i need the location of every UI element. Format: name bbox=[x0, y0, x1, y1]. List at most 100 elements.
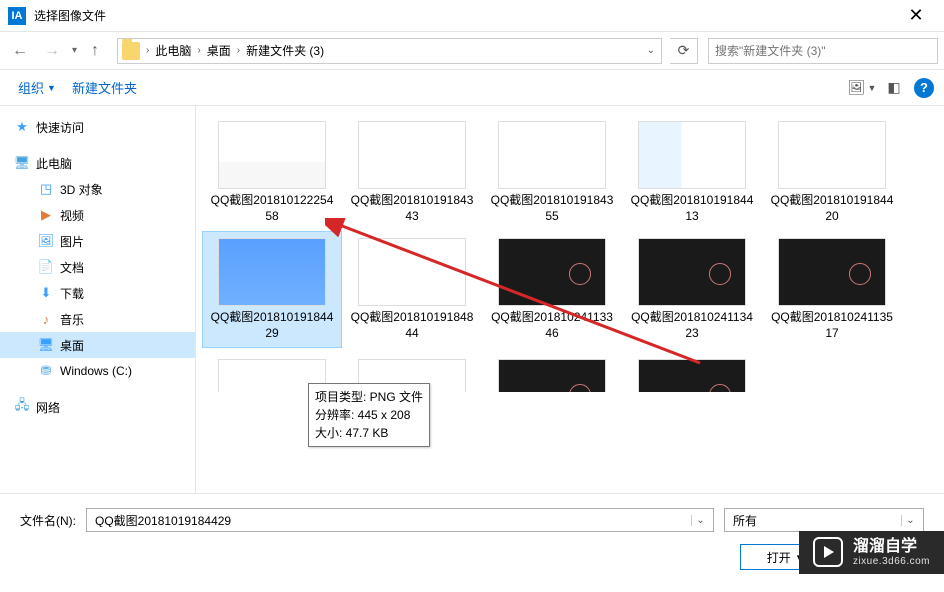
file-name: QQ截图20181019184420 bbox=[769, 193, 895, 224]
sidebar-item-label: Windows (C:) bbox=[60, 364, 132, 378]
thumbnail-icon bbox=[778, 238, 886, 306]
objects-icon: ◳ bbox=[38, 181, 54, 197]
refresh-button[interactable]: ⟳ bbox=[670, 38, 698, 64]
filename-input[interactable] bbox=[91, 513, 691, 527]
sidebar: ★ 快速访问 🖥 此电脑 ◳3D 对象 ▶视频 🖼图片 📄文档 ⬇下载 ♪音乐 … bbox=[0, 106, 196, 493]
file-item[interactable]: QQ截图20181019184844 bbox=[342, 231, 482, 348]
file-item[interactable]: QQ截图20181024113517 bbox=[762, 231, 902, 348]
sidebar-item-network[interactable]: 🖧 网络 bbox=[0, 394, 195, 420]
network-icon: 🖧 bbox=[14, 399, 30, 415]
file-name: QQ截图20181012225458 bbox=[209, 193, 335, 224]
desktop-icon: 🖥 bbox=[38, 337, 54, 353]
file-item[interactable]: QQ截图20181019184429 bbox=[202, 231, 342, 348]
search-input[interactable] bbox=[715, 44, 931, 58]
document-icon: 📄 bbox=[38, 259, 54, 275]
sidebar-item-downloads[interactable]: ⬇ 下载 bbox=[0, 280, 195, 306]
filename-combobox[interactable]: ⌄ bbox=[86, 508, 714, 532]
sidebar-item-quick-access[interactable]: ★ 快速访问 bbox=[0, 114, 195, 140]
music-icon: ♪ bbox=[38, 311, 54, 327]
file-item[interactable] bbox=[482, 352, 622, 392]
breadcrumb[interactable]: 新建文件夹 (3) bbox=[242, 42, 328, 59]
up-button[interactable]: ↑ bbox=[81, 37, 109, 65]
sidebar-item-this-pc[interactable]: 🖥 此电脑 bbox=[0, 150, 195, 176]
pc-icon: 🖥 bbox=[14, 155, 30, 171]
titlebar: IA 选择图像文件 ✕ bbox=[0, 0, 944, 32]
navbar: ← → ▾ ↑ › 此电脑 › 桌面 › 新建文件夹 (3) ⌄ ⟳ bbox=[0, 32, 944, 70]
preview-pane-icon[interactable]: ◧ bbox=[882, 76, 906, 100]
address-bar[interactable]: › 此电脑 › 桌面 › 新建文件夹 (3) ⌄ bbox=[117, 38, 662, 64]
file-grid: QQ截图20181012225458 QQ截图20181019184343 QQ截图… bbox=[202, 114, 938, 348]
sidebar-item-label: 3D 对象 bbox=[60, 181, 103, 198]
file-name: QQ截图20181019184355 bbox=[489, 193, 615, 224]
download-icon: ⬇ bbox=[38, 285, 54, 301]
address-dropdown-icon[interactable]: ⌄ bbox=[645, 45, 657, 56]
folder-icon bbox=[122, 42, 140, 60]
file-item[interactable]: QQ截图20181019184343 bbox=[342, 114, 482, 231]
sidebar-item-desktop[interactable]: 🖥 桌面 bbox=[0, 332, 195, 358]
tooltip-line: 分辨率: 445 x 208 bbox=[315, 406, 423, 424]
help-icon[interactable]: ? bbox=[914, 78, 934, 98]
tooltip: 项目类型: PNG 文件 分辨率: 445 x 208 大小: 47.7 KB bbox=[308, 383, 430, 447]
picture-icon: 🖼 bbox=[38, 233, 54, 249]
crumb-sep-icon: › bbox=[144, 45, 151, 56]
app-icon: IA bbox=[8, 7, 26, 25]
sidebar-item-3d-objects[interactable]: ◳ 3D 对象 bbox=[0, 176, 195, 202]
file-item[interactable]: QQ截图20181012225458 bbox=[202, 114, 342, 231]
sidebar-item-drive-c[interactable]: ⛃Windows (C:) bbox=[0, 358, 195, 384]
tooltip-line: 大小: 47.7 KB bbox=[315, 424, 423, 442]
sidebar-item-videos[interactable]: ▶视频 bbox=[0, 202, 195, 228]
file-name: QQ截图20181024113346 bbox=[489, 310, 615, 341]
breadcrumb[interactable]: 桌面 bbox=[203, 42, 235, 59]
thumbnail-icon bbox=[638, 121, 746, 189]
forward-button[interactable]: → bbox=[38, 37, 66, 65]
watermark: 溜溜自学 zixue.3d66.com bbox=[799, 531, 944, 574]
breadcrumb[interactable]: 此电脑 bbox=[151, 42, 195, 59]
back-button[interactable]: ← bbox=[6, 37, 34, 65]
filetype-combobox[interactable]: 所有 ⌄ bbox=[724, 508, 924, 532]
file-item[interactable]: QQ截图20181019184420 bbox=[762, 114, 902, 231]
file-name: QQ截图20181019184343 bbox=[349, 193, 475, 224]
toolbar: 组织▼ 新建文件夹 🖼▼ ◧ ? bbox=[0, 70, 944, 106]
file-item[interactable]: QQ截图20181019184355 bbox=[482, 114, 622, 231]
sidebar-item-label: 下载 bbox=[60, 285, 84, 302]
sidebar-item-label: 图片 bbox=[60, 233, 84, 250]
watermark-title: 溜溜自学 bbox=[853, 537, 930, 556]
window-title: 选择图像文件 bbox=[34, 7, 896, 24]
chevron-down-icon[interactable]: ⌄ bbox=[691, 515, 709, 526]
thumbnail-icon bbox=[498, 238, 606, 306]
play-icon bbox=[813, 537, 843, 567]
new-folder-button[interactable]: 新建文件夹 bbox=[64, 74, 145, 101]
organize-button[interactable]: 组织▼ bbox=[10, 74, 64, 101]
filename-label: 文件名(N): bbox=[20, 512, 76, 529]
sidebar-item-label: 音乐 bbox=[60, 311, 84, 328]
sidebar-item-label: 网络 bbox=[36, 399, 60, 416]
file-name: QQ截图20181019184429 bbox=[209, 310, 335, 341]
file-item[interactable] bbox=[622, 352, 762, 392]
sidebar-item-label: 视频 bbox=[60, 207, 84, 224]
thumbnail-icon bbox=[638, 359, 746, 392]
thumbnail-icon bbox=[498, 359, 606, 392]
file-name: QQ截图20181019184413 bbox=[629, 193, 755, 224]
thumbnail-icon bbox=[358, 121, 466, 189]
recent-locations-button[interactable]: ▾ bbox=[70, 45, 77, 56]
sidebar-item-music[interactable]: ♪ 音乐 bbox=[0, 306, 195, 332]
thumbnail-icon bbox=[218, 121, 326, 189]
thumbnail-icon bbox=[358, 238, 466, 306]
sidebar-item-pictures[interactable]: 🖼 图片 bbox=[0, 228, 195, 254]
thumbnail-icon bbox=[218, 238, 326, 306]
tooltip-line: 项目类型: PNG 文件 bbox=[315, 388, 423, 406]
view-menu-icon[interactable]: 🖼▼ bbox=[850, 76, 874, 100]
file-item[interactable]: QQ截图20181024113423 bbox=[622, 231, 762, 348]
file-item[interactable]: QQ截图20181019184413 bbox=[622, 114, 762, 231]
file-name: QQ截图20181024113423 bbox=[629, 310, 755, 341]
crumb-sep-icon: › bbox=[235, 45, 242, 56]
sidebar-item-label: 桌面 bbox=[60, 337, 84, 354]
close-button[interactable]: ✕ bbox=[896, 0, 936, 32]
search-box[interactable] bbox=[708, 38, 938, 64]
thumbnail-icon bbox=[778, 121, 886, 189]
chevron-down-icon[interactable]: ⌄ bbox=[901, 515, 919, 526]
filetype-label: 所有 bbox=[729, 512, 901, 529]
thumbnail-icon bbox=[638, 238, 746, 306]
file-item[interactable]: QQ截图20181024113346 bbox=[482, 231, 622, 348]
sidebar-item-documents[interactable]: 📄文档 bbox=[0, 254, 195, 280]
